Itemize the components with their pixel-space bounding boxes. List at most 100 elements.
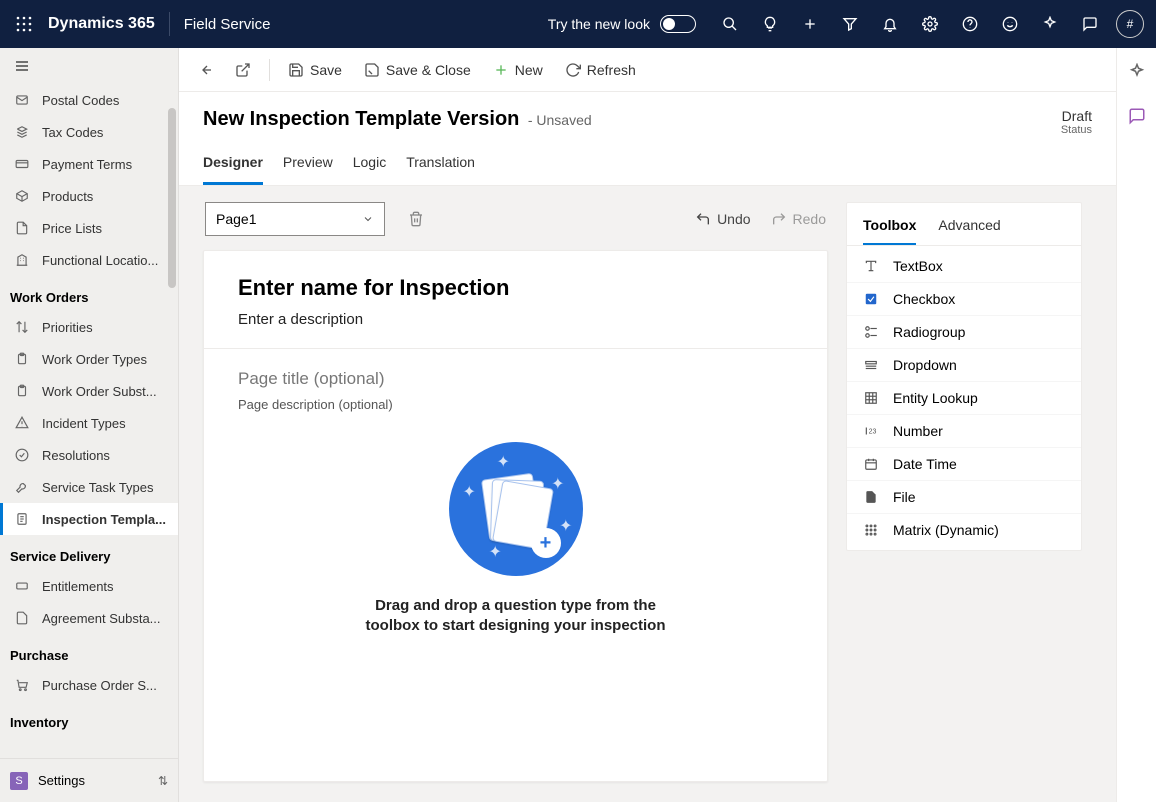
tab-translation[interactable]: Translation bbox=[406, 154, 475, 185]
sidebar-scrollbar[interactable] bbox=[168, 108, 176, 288]
nav-inspection-templates[interactable]: Inspection Templa... bbox=[0, 503, 178, 535]
stack-icon bbox=[14, 124, 30, 140]
nav-functional-locations[interactable]: Functional Locatio... bbox=[0, 244, 178, 276]
checkbox-icon bbox=[863, 291, 879, 307]
chevron-updown-icon: ⇅ bbox=[158, 774, 168, 788]
filter-icon[interactable] bbox=[830, 0, 870, 48]
search-icon[interactable] bbox=[710, 0, 750, 48]
tool-dropdown[interactable]: Dropdown bbox=[847, 349, 1081, 382]
sidebar-collapse-icon[interactable] bbox=[0, 48, 178, 84]
area-switcher[interactable]: S Settings ⇅ bbox=[0, 758, 178, 802]
nav-entitlements[interactable]: Entitlements bbox=[0, 570, 178, 602]
page-selector[interactable]: Page1 bbox=[205, 202, 385, 236]
delete-page-button[interactable] bbox=[399, 202, 433, 236]
status-block[interactable]: Draft Status bbox=[1061, 108, 1092, 136]
nav-priorities[interactable]: Priorities bbox=[0, 311, 178, 343]
app-name[interactable]: Field Service bbox=[184, 16, 271, 33]
tool-number[interactable]: 23Number bbox=[847, 415, 1081, 448]
save-close-button[interactable]: Save & Close bbox=[356, 56, 479, 84]
bell-icon[interactable] bbox=[870, 0, 910, 48]
inspection-icon bbox=[14, 511, 30, 527]
assistant-icon[interactable] bbox=[1030, 0, 1070, 48]
toolbox-tab-toolbox[interactable]: Toolbox bbox=[863, 217, 916, 245]
nav-work-order-types[interactable]: Work Order Types bbox=[0, 343, 178, 375]
help-icon[interactable] bbox=[950, 0, 990, 48]
clipboard-icon bbox=[14, 383, 30, 399]
right-rail bbox=[1116, 48, 1156, 802]
tool-textbox[interactable]: TextBox bbox=[847, 250, 1081, 283]
smile-icon[interactable] bbox=[990, 0, 1030, 48]
plus-icon: + bbox=[531, 528, 561, 558]
nav-products[interactable]: Products bbox=[0, 180, 178, 212]
group-work-orders: Work Orders bbox=[0, 276, 178, 311]
nav-incident-types[interactable]: Incident Types bbox=[0, 407, 178, 439]
page-icon bbox=[14, 220, 30, 236]
avatar[interactable]: # bbox=[1116, 10, 1144, 38]
dropzone-illustration: ✦ ✦ ✦ ✦ ✦ bbox=[449, 442, 583, 576]
gear-icon[interactable] bbox=[910, 0, 950, 48]
nav-postal-codes[interactable]: Postal Codes bbox=[0, 84, 178, 116]
group-service-delivery: Service Delivery bbox=[0, 535, 178, 570]
inspection-name-input[interactable]: Enter name for Inspection bbox=[238, 275, 793, 301]
chat-panel-icon[interactable] bbox=[1125, 104, 1149, 128]
text-icon bbox=[863, 258, 879, 274]
nav-price-lists[interactable]: Price Lists bbox=[0, 212, 178, 244]
tab-designer[interactable]: Designer bbox=[203, 154, 263, 185]
box-icon bbox=[14, 188, 30, 204]
app-launcher-icon[interactable] bbox=[8, 8, 40, 40]
save-button[interactable]: Save bbox=[280, 56, 350, 84]
nav-resolutions[interactable]: Resolutions bbox=[0, 439, 178, 471]
brand-label[interactable]: Dynamics 365 bbox=[48, 15, 155, 33]
inspection-description-input[interactable]: Enter a description bbox=[238, 311, 793, 328]
try-new-look-toggle[interactable] bbox=[660, 15, 696, 33]
command-bar: Save Save & Close New Refresh bbox=[179, 48, 1116, 92]
tool-datetime[interactable]: Date Time bbox=[847, 448, 1081, 481]
toolbox-tab-advanced[interactable]: Advanced bbox=[938, 217, 1000, 245]
tool-checkbox[interactable]: Checkbox bbox=[847, 283, 1081, 316]
radio-icon bbox=[863, 324, 879, 340]
refresh-button[interactable]: Refresh bbox=[557, 56, 644, 84]
open-new-window-button[interactable] bbox=[227, 56, 259, 84]
page-description-input[interactable]: Page description (optional) bbox=[238, 397, 793, 412]
card-icon bbox=[14, 156, 30, 172]
nav-payment-terms[interactable]: Payment Terms bbox=[0, 148, 178, 180]
tool-radiogroup[interactable]: Radiogroup bbox=[847, 316, 1081, 349]
tool-matrix[interactable]: Matrix (Dynamic) bbox=[847, 514, 1081, 546]
designer-dropzone[interactable]: ✦ ✦ ✦ ✦ ✦ bbox=[204, 422, 827, 673]
check-circle-icon bbox=[14, 447, 30, 463]
dropzone-text: Drag and drop a question type from the t… bbox=[366, 596, 666, 637]
nav-purchase-order-substatus[interactable]: Purchase Order S... bbox=[0, 669, 178, 701]
nav-work-order-substatus[interactable]: Work Order Subst... bbox=[0, 375, 178, 407]
toolbox-panel: Toolbox Advanced TextBox Checkbox Radiog… bbox=[846, 202, 1082, 551]
area-badge: S bbox=[10, 772, 28, 790]
plus-icon[interactable] bbox=[790, 0, 830, 48]
group-purchase: Purchase bbox=[0, 634, 178, 669]
form-tabs: Designer Preview Logic Translation bbox=[179, 136, 1116, 186]
redo-button[interactable]: Redo bbox=[771, 211, 826, 227]
page-title: New Inspection Template Version bbox=[203, 108, 519, 130]
chevron-down-icon bbox=[362, 213, 374, 225]
nav-tax-codes[interactable]: Tax Codes bbox=[0, 116, 178, 148]
tool-file[interactable]: File bbox=[847, 481, 1081, 514]
clipboard-icon bbox=[14, 351, 30, 367]
tool-entity-lookup[interactable]: Entity Lookup bbox=[847, 382, 1081, 415]
content-area: Save Save & Close New Refresh New Inspec… bbox=[179, 48, 1156, 802]
sort-icon bbox=[14, 319, 30, 335]
chat-icon[interactable] bbox=[1070, 0, 1110, 48]
ticket-icon bbox=[14, 578, 30, 594]
nav-agreement-substatus[interactable]: Agreement Substa... bbox=[0, 602, 178, 634]
page-title-input[interactable]: Page title (optional) bbox=[238, 369, 793, 389]
file-icon bbox=[863, 489, 879, 505]
new-button[interactable]: New bbox=[485, 56, 551, 84]
undo-button[interactable]: Undo bbox=[695, 211, 750, 227]
building-icon bbox=[14, 252, 30, 268]
number-icon: 23 bbox=[863, 423, 879, 439]
tab-preview[interactable]: Preview bbox=[283, 154, 333, 185]
tab-logic[interactable]: Logic bbox=[353, 154, 386, 185]
nav-service-task-types[interactable]: Service Task Types bbox=[0, 471, 178, 503]
unsaved-indicator: - Unsaved bbox=[528, 112, 592, 128]
copilot-icon[interactable] bbox=[1125, 60, 1149, 84]
lightbulb-icon[interactable] bbox=[750, 0, 790, 48]
back-button[interactable] bbox=[189, 56, 221, 84]
sidebar: Postal Codes Tax Codes Payment Terms Pro… bbox=[0, 48, 179, 802]
